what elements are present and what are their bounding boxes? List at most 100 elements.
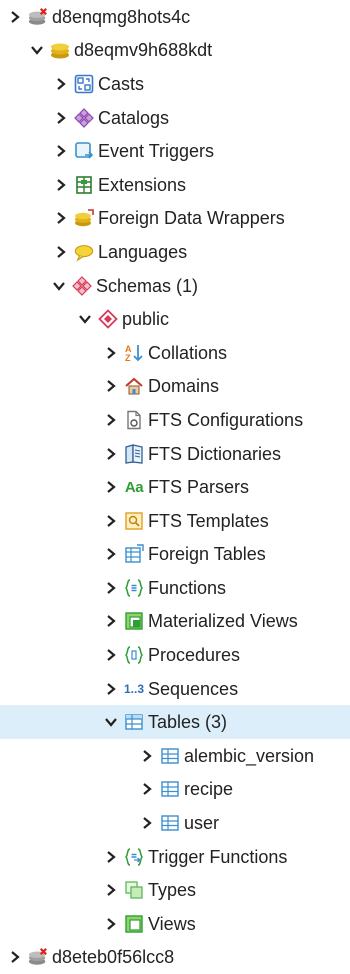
tree-node-fts-dictionaries[interactable]: FTS Dictionaries bbox=[0, 437, 350, 471]
tree-node-tables[interactable]: Tables (3) bbox=[0, 705, 350, 740]
tree-node-sequences[interactable]: 1..3 Sequences bbox=[0, 672, 350, 706]
chevron-right-icon[interactable] bbox=[104, 480, 118, 494]
tree-node-languages[interactable]: Languages bbox=[0, 235, 350, 269]
chevron-right-icon[interactable] bbox=[104, 547, 118, 561]
tree-node-label: recipe bbox=[184, 779, 234, 800]
domains-icon bbox=[124, 376, 144, 396]
tree-node-table-user[interactable]: user bbox=[0, 806, 350, 840]
tree-node-label: user bbox=[184, 813, 220, 834]
chevron-right-icon[interactable] bbox=[104, 682, 118, 696]
tree-node-label: Extensions bbox=[98, 174, 187, 195]
tree-node-fts-parsers[interactable]: Aa FTS Parsers bbox=[0, 470, 350, 504]
chevron-right-icon[interactable] bbox=[54, 178, 68, 192]
chevron-right-icon[interactable] bbox=[140, 816, 154, 830]
tree-node-trigger-functions[interactable]: Trigger Functions bbox=[0, 840, 350, 874]
tree-node-label: Procedures bbox=[148, 645, 241, 666]
chevron-right-icon[interactable] bbox=[104, 614, 118, 628]
tree-node-procedures[interactable]: Procedures bbox=[0, 638, 350, 672]
tree-node-foreign-tables[interactable]: Foreign Tables bbox=[0, 538, 350, 572]
tree-node-label: Trigger Functions bbox=[148, 846, 288, 867]
tree-node-label: Catalogs bbox=[98, 107, 170, 128]
tree-node-label: Event Triggers bbox=[98, 141, 215, 162]
schemas-icon bbox=[72, 275, 92, 296]
tree-node-label: Tables (3) bbox=[148, 712, 228, 733]
tree-node-collations[interactable]: A Z Collations bbox=[0, 336, 350, 370]
table-icon bbox=[160, 813, 180, 833]
table-icon bbox=[160, 779, 180, 799]
tree-node-database[interactable]: d8eqmv9h688kdt bbox=[0, 34, 350, 68]
chevron-right-icon[interactable] bbox=[54, 77, 68, 91]
functions-icon bbox=[124, 578, 144, 598]
materialized-views-icon bbox=[124, 611, 144, 631]
chevron-right-icon[interactable] bbox=[54, 111, 68, 125]
chevron-right-icon[interactable] bbox=[54, 245, 68, 259]
chevron-right-icon[interactable] bbox=[104, 447, 118, 461]
tree-node-fts-templates[interactable]: FTS Templates bbox=[0, 504, 350, 538]
fts-dictionaries-icon bbox=[124, 443, 144, 464]
tree-node-foreign-data-wrappers[interactable]: Foreign Data Wrappers bbox=[0, 202, 350, 236]
chevron-right-icon[interactable] bbox=[104, 917, 118, 931]
sequences-icon: 1..3 bbox=[124, 681, 145, 696]
tree-node-label: Domains bbox=[148, 376, 220, 397]
chevron-right-icon[interactable] bbox=[104, 850, 118, 864]
tree-node-extensions[interactable]: Extensions bbox=[0, 168, 350, 202]
catalogs-icon bbox=[74, 107, 94, 128]
tree-node-table-recipe[interactable]: recipe bbox=[0, 773, 350, 807]
tree-node-server-d8eteb0f56lcc8[interactable]: d8eteb0f56lcc8 bbox=[0, 941, 350, 974]
tree-node-label: d8enqmg8hots4c bbox=[52, 6, 191, 27]
tree-node-catalogs[interactable]: Catalogs bbox=[0, 101, 350, 135]
tree-node-schemas[interactable]: Schemas (1) bbox=[0, 269, 350, 303]
chevron-down-icon[interactable] bbox=[104, 715, 118, 729]
chevron-right-icon[interactable] bbox=[104, 413, 118, 427]
tree-node-types[interactable]: Types bbox=[0, 873, 350, 907]
tree-node-label: FTS Templates bbox=[148, 510, 269, 531]
fts-templates-icon bbox=[124, 511, 144, 531]
chevron-right-icon[interactable] bbox=[54, 144, 68, 158]
tree-node-views[interactable]: Views bbox=[0, 907, 350, 941]
tables-icon bbox=[124, 712, 144, 732]
tree-node-label: Materialized Views bbox=[148, 611, 298, 632]
collations-icon: A Z bbox=[124, 343, 144, 363]
tree-node-label: public bbox=[122, 309, 170, 330]
foreign-tables-icon bbox=[124, 544, 144, 564]
tree-node-label: Collations bbox=[148, 342, 228, 363]
chevron-down-icon[interactable] bbox=[30, 43, 44, 57]
tree-node-fts-configurations[interactable]: FTS Configurations bbox=[0, 403, 350, 437]
chevron-right-icon[interactable] bbox=[54, 211, 68, 225]
tree-node-table-alembic-version[interactable]: alembic_version bbox=[0, 739, 350, 773]
tree-node-event-triggers[interactable]: Event Triggers bbox=[0, 134, 350, 168]
tree-node-functions[interactable]: Functions bbox=[0, 571, 350, 605]
fts-configurations-icon bbox=[124, 410, 144, 430]
tree-node-schema-public[interactable]: public bbox=[0, 302, 350, 336]
views-icon bbox=[124, 914, 144, 934]
table-icon bbox=[160, 746, 180, 766]
chevron-right-icon[interactable] bbox=[8, 950, 22, 964]
tree-node-label: FTS Parsers bbox=[148, 477, 250, 498]
chevron-right-icon[interactable] bbox=[140, 749, 154, 763]
tree-node-label: Foreign Data Wrappers bbox=[98, 208, 285, 229]
chevron-right-icon[interactable] bbox=[104, 514, 118, 528]
tree-node-label: Foreign Tables bbox=[148, 544, 266, 565]
tree-node-label: Casts bbox=[98, 73, 145, 94]
languages-icon bbox=[74, 242, 94, 262]
svg-text:Z: Z bbox=[125, 353, 131, 363]
tree-node-label: FTS Dictionaries bbox=[148, 443, 282, 464]
tree-node-domains[interactable]: Domains bbox=[0, 370, 350, 404]
foreign-data-wrappers-icon bbox=[74, 208, 94, 228]
chevron-right-icon[interactable] bbox=[104, 648, 118, 662]
chevron-right-icon[interactable] bbox=[104, 379, 118, 393]
tree-node-label: Types bbox=[148, 880, 197, 901]
chevron-right-icon[interactable] bbox=[104, 346, 118, 360]
tree-node-label: d8eqmv9h688kdt bbox=[74, 40, 213, 61]
chevron-right-icon[interactable] bbox=[140, 782, 154, 796]
tree-node-server-d8enqmg8hots4c[interactable]: d8enqmg8hots4c bbox=[0, 0, 350, 34]
chevron-right-icon[interactable] bbox=[8, 10, 22, 24]
chevron-down-icon[interactable] bbox=[78, 312, 92, 326]
chevron-down-icon[interactable] bbox=[52, 279, 66, 293]
chevron-right-icon[interactable] bbox=[104, 883, 118, 897]
tree-node-casts[interactable]: Casts bbox=[0, 67, 350, 101]
database-icon bbox=[50, 40, 70, 60]
tree-node-label: Languages bbox=[98, 241, 188, 262]
chevron-right-icon[interactable] bbox=[104, 581, 118, 595]
tree-node-materialized-views[interactable]: Materialized Views bbox=[0, 605, 350, 639]
